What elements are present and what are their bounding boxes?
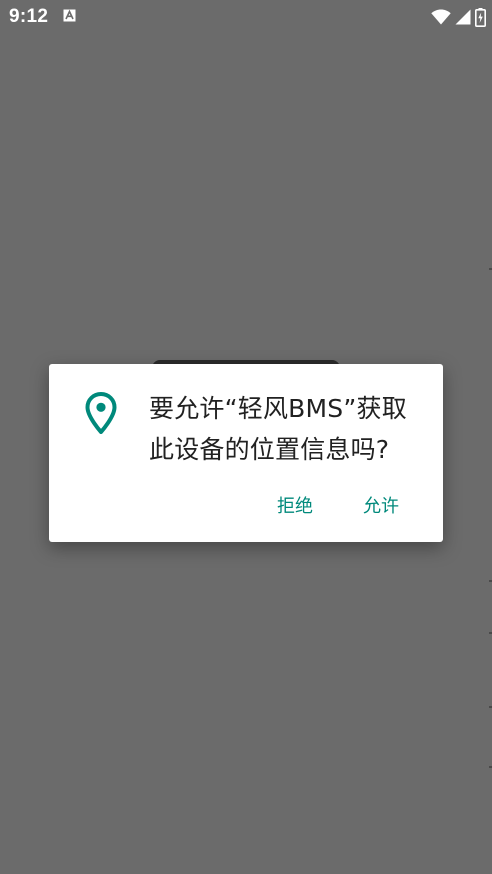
permission-message: 要允许“轻风BMS”获取此设备的位置信息吗? — [149, 394, 407, 464]
status-indicators — [431, 6, 486, 28]
location-pin-icon — [85, 392, 117, 434]
text-a-icon — [63, 9, 76, 22]
permission-dialog: 要允许“轻风BMS”获取此设备的位置信息吗? 拒绝 允许 — [49, 364, 443, 542]
deny-button[interactable]: 拒绝 — [255, 486, 335, 524]
allow-button[interactable]: 允许 — [341, 486, 421, 524]
signal-icon — [455, 9, 471, 25]
wifi-icon — [431, 9, 451, 25]
dialog-buttons: 拒绝 允许 — [255, 486, 421, 524]
battery-charging-icon — [475, 7, 486, 27]
status-time: 9:12 — [9, 6, 49, 27]
status-bar: 9:12 — [0, 0, 492, 34]
